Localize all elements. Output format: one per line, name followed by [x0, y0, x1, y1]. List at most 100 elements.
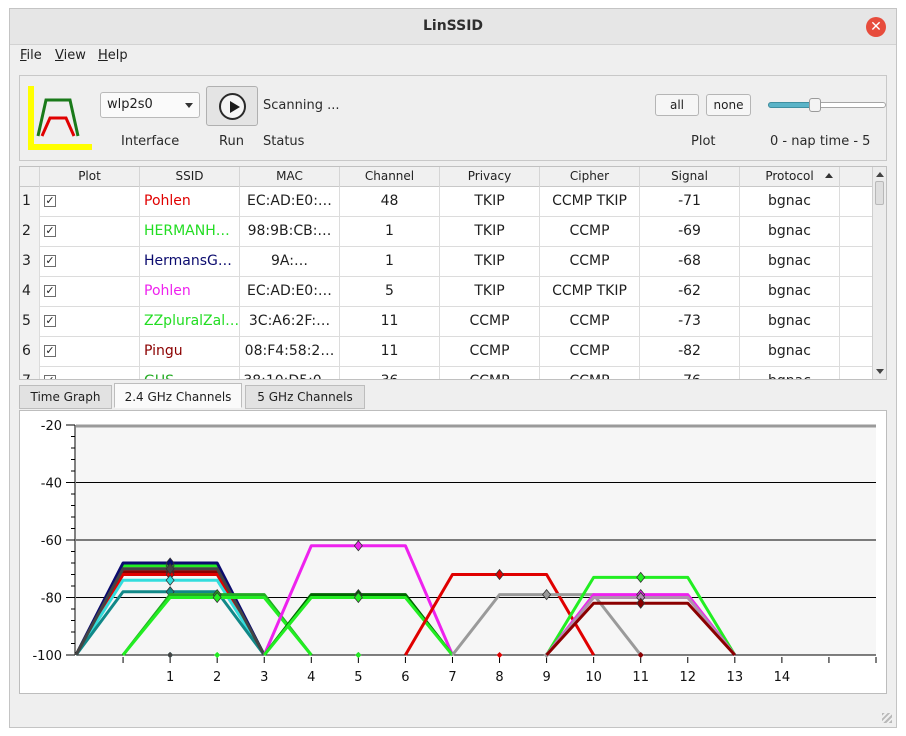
cell-plot: ✓: [40, 277, 140, 307]
x-tick-label: 14: [774, 670, 791, 685]
y-tick-label: -80: [41, 592, 62, 607]
cell-protocol: bgnac: [740, 217, 840, 247]
interface-value: wlp2s0: [107, 97, 153, 112]
cell-channel: 48: [340, 187, 440, 217]
menu-view[interactable]: View: [55, 48, 86, 63]
resize-grip-icon[interactable]: [882, 713, 892, 723]
y-tick-label: -100: [32, 649, 62, 664]
run-button[interactable]: [206, 86, 258, 126]
cell-ssid: HermansG…: [140, 247, 240, 277]
header-channel[interactable]: Channel: [340, 167, 440, 187]
plot-all-button[interactable]: all: [655, 94, 699, 116]
plot-checkbox[interactable]: ✓: [44, 225, 56, 237]
cell-plot: ✓: [40, 187, 140, 217]
table-row[interactable]: 1 ✓ Pohlen EC:AD:E0:… 48 TKIP CCMP TKIP -71 bgna…: [20, 187, 872, 217]
cell-channel: 11: [340, 337, 440, 367]
row-number: 2: [20, 217, 40, 247]
channel-chart: -20-40-60-80-1001 2 3 4 5 6 7 8 9 10 11 12 13 14: [32, 419, 877, 685]
cell-ssid: Pohlen: [140, 277, 240, 307]
cell-channel: 1: [340, 247, 440, 277]
x-tick-label: 3: [260, 670, 268, 685]
row-number: 7: [20, 367, 40, 379]
cell-ssid: GUS: [140, 367, 240, 379]
table-row[interactable]: 7✓GUS38:10:D5:0…36CCMPCCMP-76bgnac: [20, 367, 872, 379]
status-value: Scanning ...: [263, 98, 340, 113]
cell-signal: -76: [640, 367, 740, 379]
scroll-up-icon[interactable]: [876, 172, 884, 177]
x-tick-label: 7: [448, 670, 456, 685]
cell-plot: ✓: [40, 337, 140, 367]
tab-5-ghz-channels[interactable]: 5 GHz Channels: [245, 385, 365, 409]
header-mac[interactable]: MAC: [240, 167, 340, 187]
header-privacy[interactable]: Privacy: [440, 167, 540, 187]
plot-none-button[interactable]: none: [706, 94, 751, 116]
y-tick-label: -40: [41, 477, 62, 492]
interface-label: Interface: [121, 134, 180, 149]
cell-signal: -71: [640, 187, 740, 217]
header-plot[interactable]: Plot: [40, 167, 140, 187]
cell-privacy: CCMP: [440, 307, 540, 337]
cell-cipher: CCMP: [540, 247, 640, 277]
plot-checkbox[interactable]: ✓: [44, 255, 56, 267]
nap-time-slider[interactable]: [768, 98, 886, 112]
close-icon[interactable]: ✕: [866, 17, 886, 37]
x-tick-label: 6: [401, 670, 409, 685]
plot-label: Plot: [691, 134, 716, 149]
cell-privacy: CCMP: [440, 367, 540, 379]
plot-checkbox[interactable]: ✓: [44, 195, 56, 207]
cell-protocol: bgnac: [740, 307, 840, 337]
header-protocol[interactable]: Protocol: [740, 167, 840, 187]
cell-cipher: CCMP TKIP: [540, 277, 640, 307]
cell-mac: 98:9B:CB:…: [240, 217, 340, 247]
cell-ssid: Pohlen: [140, 187, 240, 217]
cell-plot: ✓: [40, 247, 140, 277]
table-row[interactable]: 6 ✓ Pingu 08:F4:58:2… 11 CCMP CCMP -82 bgnac: [20, 337, 872, 367]
cell-signal: -82: [640, 337, 740, 367]
cell-privacy: TKIP: [440, 247, 540, 277]
cell-channel: 5: [340, 277, 440, 307]
header-signal[interactable]: Signal: [640, 167, 740, 187]
x-tick-label: 13: [727, 670, 744, 685]
table-scrollbar[interactable]: [872, 167, 886, 379]
table-row[interactable]: 5 ✓ ZZpluralZal… 3C:A6:2F:… 11 CCMP CCMP -73 bgn…: [20, 307, 872, 337]
x-tick-label: 9: [542, 670, 550, 685]
tab-2-4-ghz-channels[interactable]: 2.4 GHz Channels: [114, 383, 242, 408]
sort-ascending-icon: [825, 173, 833, 178]
cell-mac: EC:AD:E0:…: [240, 187, 340, 217]
cell-privacy: TKIP: [440, 187, 540, 217]
cell-cipher: CCMP: [540, 217, 640, 247]
plot-checkbox[interactable]: ✓: [44, 345, 56, 357]
header-cipher[interactable]: Cipher: [540, 167, 640, 187]
row-number: 1: [20, 187, 40, 217]
scroll-down-icon[interactable]: [876, 369, 884, 374]
cell-channel: 1: [340, 217, 440, 247]
menu-file[interactable]: File: [20, 48, 42, 63]
slider-handle[interactable]: [809, 98, 822, 112]
header-ssid[interactable]: SSID: [140, 167, 240, 187]
interface-select[interactable]: wlp2s0: [100, 92, 200, 118]
scroll-thumb[interactable]: [875, 181, 884, 205]
slider-fill: [768, 102, 816, 108]
cell-plot: ✓: [40, 217, 140, 247]
plot-checkbox[interactable]: ✓: [44, 315, 56, 327]
x-tick-label: 4: [307, 670, 315, 685]
plot-checkbox[interactable]: ✓: [44, 285, 56, 297]
table-row[interactable]: 4 ✓ Pohlen EC:AD:E0:… 5 TKIP CCMP TKIP -62 bgnac: [20, 277, 872, 307]
cell-signal: -73: [640, 307, 740, 337]
tab-time-graph[interactable]: Time Graph: [19, 385, 112, 409]
cell-protocol: bgnac: [740, 247, 840, 277]
cell-signal: -68: [640, 247, 740, 277]
plot-checkbox[interactable]: ✓: [44, 375, 56, 379]
menu-help[interactable]: Help: [98, 48, 128, 63]
table-body: 1 ✓ Pohlen EC:AD:E0:… 48 TKIP CCMP TKIP -71 bgna…: [20, 187, 872, 379]
cell-mac: EC:AD:E0:…: [240, 277, 340, 307]
x-tick-label: 11: [632, 670, 649, 685]
table-row[interactable]: 3 ✓ HermansG… 9A:… 1 TKIP CCMP -68 bgnac: [20, 247, 872, 277]
cell-protocol: bgnac: [740, 367, 840, 379]
cell-mac: 38:10:D5:0…: [240, 367, 340, 379]
cell-cipher: CCMP: [540, 307, 640, 337]
table-row[interactable]: 2 ✓ HERMANH… 98:9B:CB:… 1 TKIP CCMP -69 bgnac: [20, 217, 872, 247]
channel-plot-panel: -20 -40 -60 -80 -100 1 2 3 4 5 6 7 8 9 10 11 12 13 14: [19, 410, 887, 694]
menu-bar: File View Help: [10, 45, 896, 67]
cell-privacy: TKIP: [440, 217, 540, 247]
